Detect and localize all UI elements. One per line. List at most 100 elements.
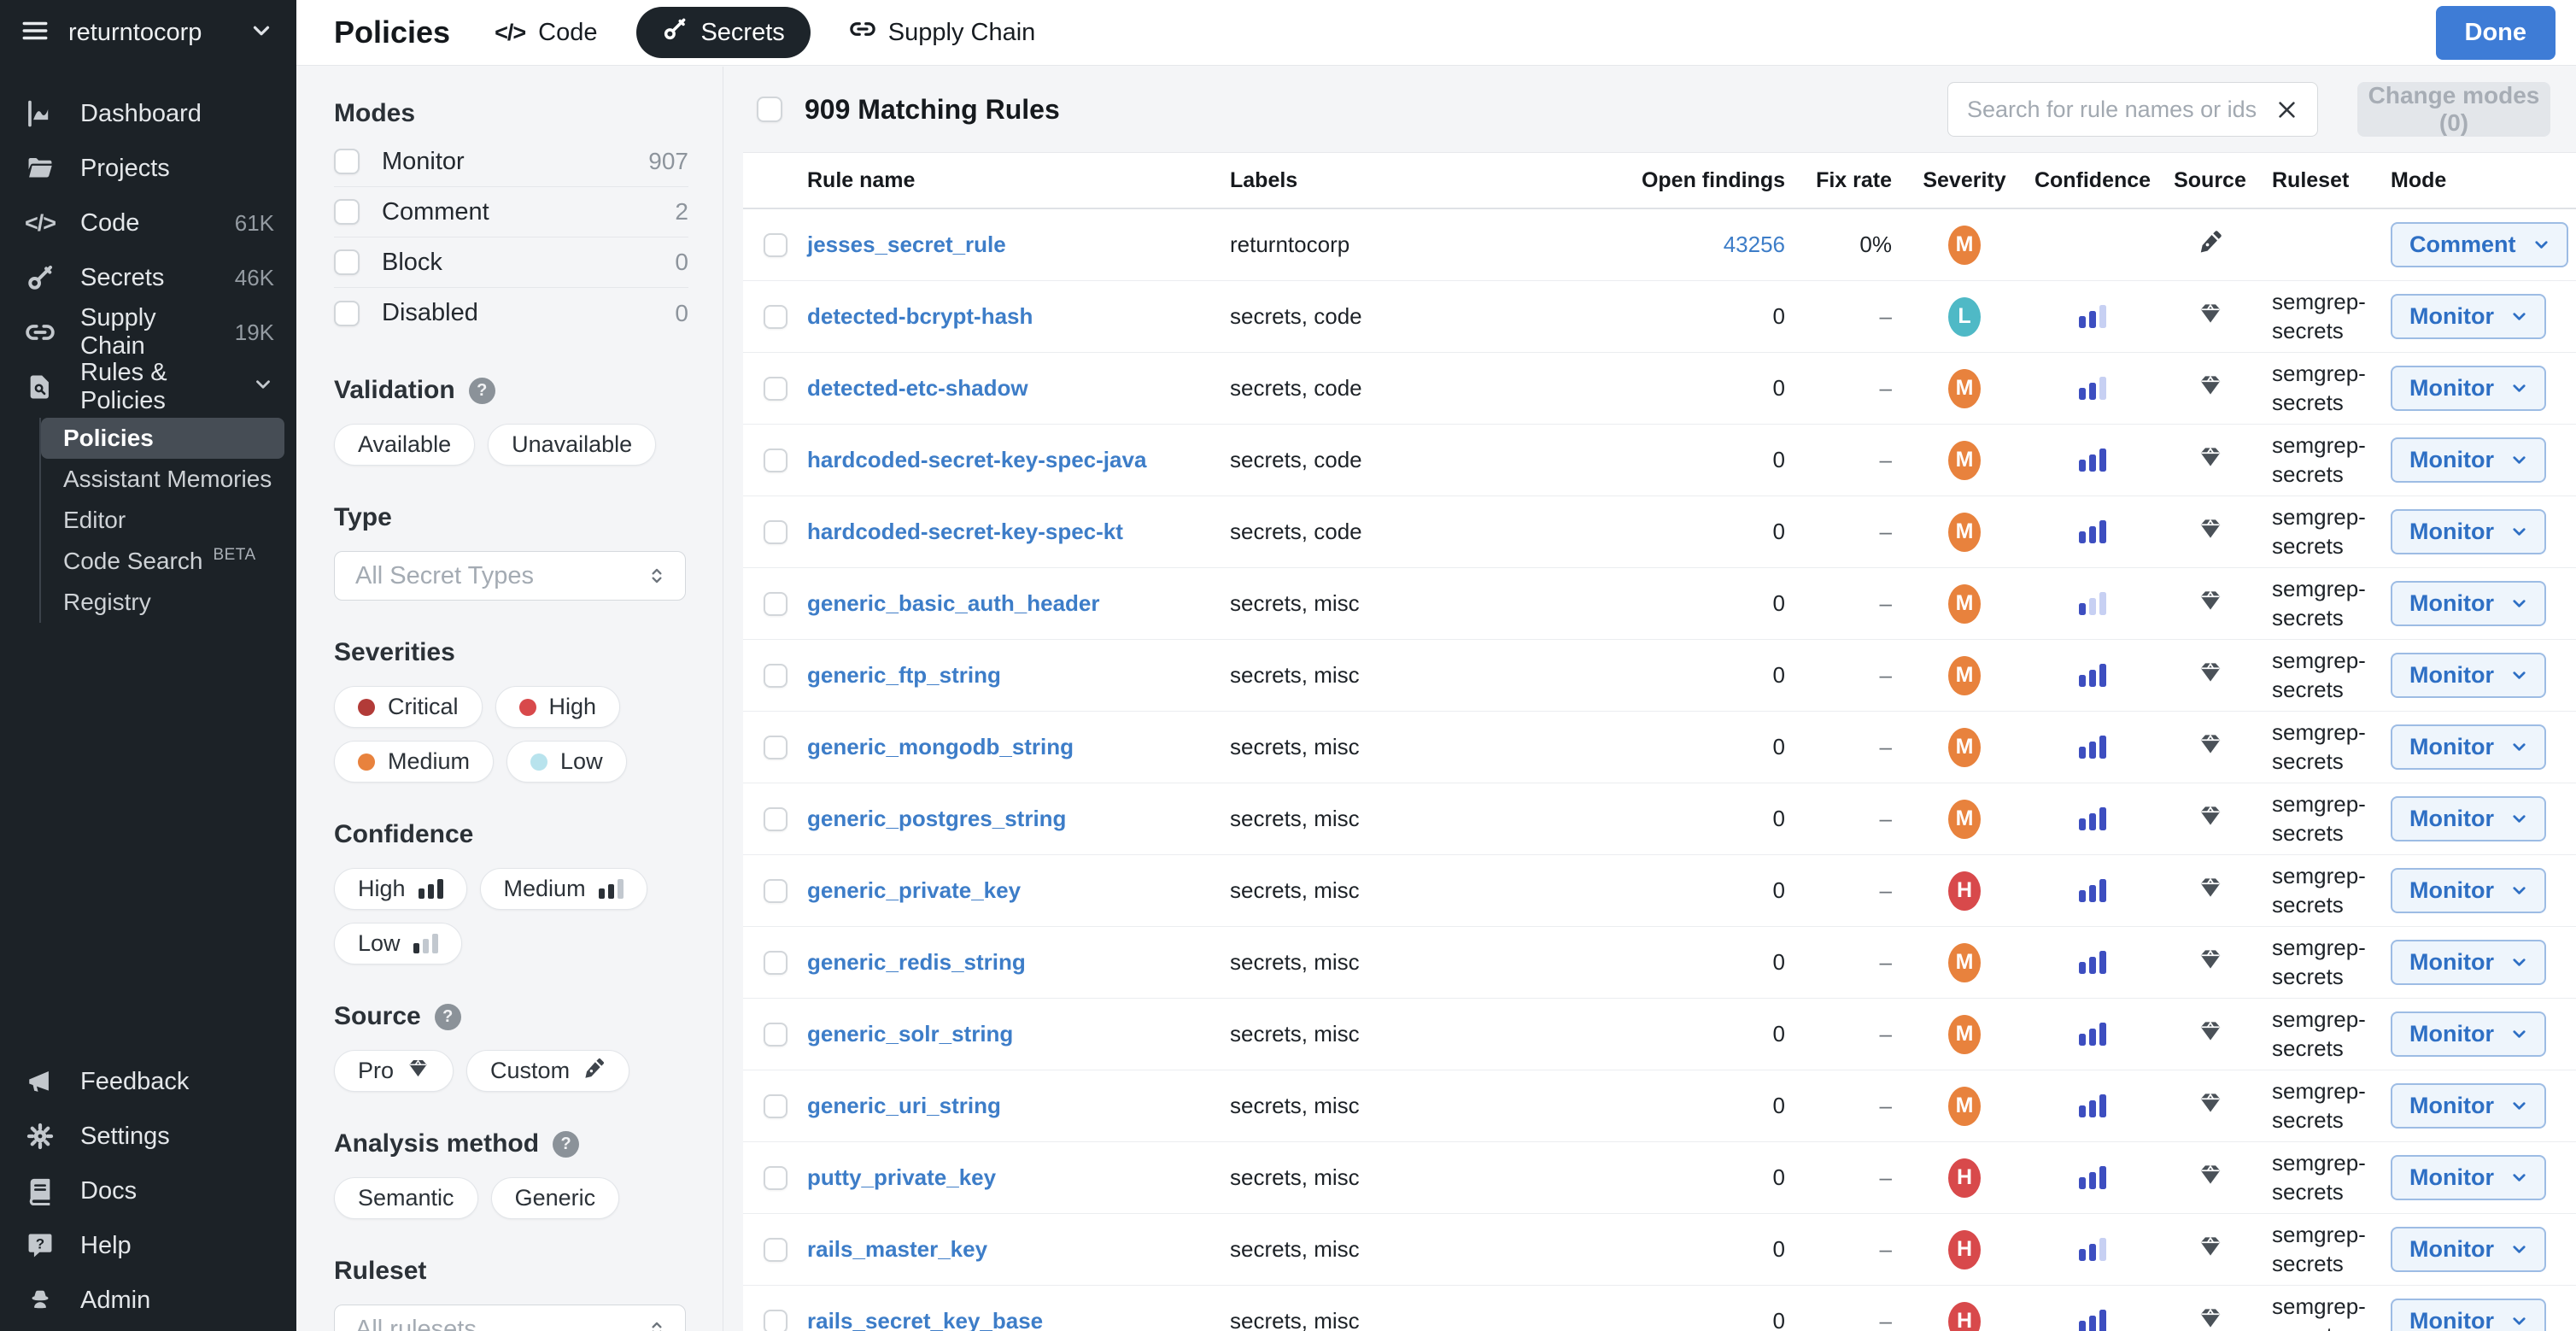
row-checkbox[interactable]: [764, 377, 787, 401]
rule-name-link[interactable]: hardcoded-secret-key-spec-java: [807, 447, 1146, 472]
ruleset-select[interactable]: All rulesets: [334, 1305, 686, 1331]
rule-name-link[interactable]: detected-etc-shadow: [807, 375, 1028, 401]
row-checkbox[interactable]: [764, 233, 787, 257]
filter-confidence-low[interactable]: Low: [334, 923, 462, 965]
tab-code[interactable]: </> Code: [495, 19, 597, 47]
row-checkbox[interactable]: [764, 1238, 787, 1262]
change-modes-button[interactable]: Change modes (0): [2357, 82, 2550, 137]
filter-confidence-high[interactable]: High: [334, 868, 467, 910]
open-findings-value[interactable]: 43256: [1724, 232, 1785, 257]
sidebar-item-projects[interactable]: Projects: [0, 141, 296, 196]
mode-filter-comment[interactable]: Comment 2: [334, 187, 688, 237]
mode-dropdown[interactable]: Monitor: [2391, 868, 2546, 913]
clear-search-button[interactable]: [2272, 95, 2302, 125]
help-icon[interactable]: ?: [553, 1131, 579, 1158]
sidebar-item-help[interactable]: ? Help: [0, 1218, 296, 1273]
mode-dropdown[interactable]: Monitor: [2391, 1155, 2546, 1200]
mode-filter-monitor[interactable]: Monitor 907: [334, 137, 688, 187]
mode-dropdown[interactable]: Monitor: [2391, 940, 2546, 985]
mode-dropdown[interactable]: Comment: [2391, 222, 2568, 267]
mode-dropdown[interactable]: Monitor: [2391, 1299, 2546, 1331]
rule-name-link[interactable]: generic_postgres_string: [807, 806, 1066, 831]
row-checkbox[interactable]: [764, 879, 787, 903]
tab-supply-chain[interactable]: Supply Chain: [850, 16, 1036, 49]
row-checkbox[interactable]: [764, 592, 787, 616]
filter-severity-high[interactable]: High: [495, 686, 621, 728]
row-checkbox[interactable]: [764, 1310, 787, 1331]
row-checkbox[interactable]: [764, 1166, 787, 1190]
rule-name-link[interactable]: generic_private_key: [807, 877, 1021, 903]
row-checkbox[interactable]: [764, 664, 787, 688]
done-button[interactable]: Done: [2436, 6, 2556, 60]
tab-secrets[interactable]: Secrets: [636, 7, 810, 58]
rule-name-link[interactable]: generic_solr_string: [807, 1021, 1013, 1047]
row-checkbox[interactable]: [764, 951, 787, 975]
sidebar-item-settings[interactable]: Settings: [0, 1109, 296, 1164]
sidebar-item-rules-policies[interactable]: Rules & Policies: [0, 360, 296, 414]
monitor-checkbox[interactable]: [334, 149, 360, 174]
filter-severity-medium[interactable]: Medium: [334, 741, 494, 783]
sidebar-item-registry[interactable]: Registry: [41, 582, 284, 623]
rule-name-link[interactable]: generic_redis_string: [807, 949, 1026, 975]
sidebar-item-docs[interactable]: Docs: [0, 1164, 296, 1218]
mode-dropdown[interactable]: Monitor: [2391, 1011, 2546, 1057]
filter-confidence-medium[interactable]: Medium: [480, 868, 647, 910]
row-checkbox[interactable]: [764, 305, 787, 329]
sidebar-item-dashboard[interactable]: Dashboard: [0, 86, 296, 141]
rule-name-link[interactable]: generic_ftp_string: [807, 662, 1001, 688]
filter-source-pro[interactable]: Pro: [334, 1050, 454, 1092]
sidebar-item-admin[interactable]: Admin: [0, 1273, 296, 1328]
filter-severity-critical[interactable]: Critical: [334, 686, 483, 728]
filter-analysis-generic[interactable]: Generic: [491, 1177, 620, 1219]
row-checkbox[interactable]: [764, 520, 787, 544]
row-checkbox[interactable]: [764, 736, 787, 759]
sidebar-item-code[interactable]: </> Code 61K: [0, 196, 296, 250]
comment-checkbox[interactable]: [334, 199, 360, 225]
mode-dropdown[interactable]: Monitor: [2391, 724, 2546, 770]
mode-dropdown[interactable]: Monitor: [2391, 366, 2546, 411]
sidebar-item-assistant-memories[interactable]: Assistant Memories: [41, 459, 284, 500]
mode-filter-block[interactable]: Block 0: [334, 237, 688, 288]
mode-dropdown[interactable]: Monitor: [2391, 796, 2546, 841]
filter-severity-low[interactable]: Low: [506, 741, 627, 783]
sidebar-item-supply-chain[interactable]: Supply Chain 19K: [0, 305, 296, 360]
mode-dropdown[interactable]: Monitor: [2391, 1227, 2546, 1272]
mode-dropdown[interactable]: Monitor: [2391, 653, 2546, 698]
org-switcher[interactable]: returntocorp: [0, 0, 296, 66]
secret-type-select[interactable]: All Secret Types: [334, 551, 686, 601]
search-input[interactable]: [1967, 97, 2262, 123]
hamburger-menu-icon[interactable]: [20, 16, 50, 50]
rule-name-link[interactable]: hardcoded-secret-key-spec-kt: [807, 519, 1123, 544]
help-icon[interactable]: ?: [469, 378, 495, 404]
mode-dropdown[interactable]: Monitor: [2391, 1083, 2546, 1129]
rule-name-link[interactable]: detected-bcrypt-hash: [807, 303, 1033, 329]
rule-name-link[interactable]: rails_master_key: [807, 1236, 987, 1262]
mode-filter-disabled[interactable]: Disabled 0: [334, 288, 688, 338]
rule-name-link[interactable]: jesses_secret_rule: [807, 232, 1006, 257]
row-checkbox[interactable]: [764, 807, 787, 831]
select-all-checkbox[interactable]: [757, 97, 782, 122]
mode-dropdown[interactable]: Monitor: [2391, 437, 2546, 483]
row-checkbox[interactable]: [764, 1023, 787, 1047]
mode-dropdown[interactable]: Monitor: [2391, 581, 2546, 626]
row-checkbox[interactable]: [764, 1094, 787, 1118]
rule-name-link[interactable]: generic_uri_string: [807, 1093, 1001, 1118]
disabled-checkbox[interactable]: [334, 301, 360, 326]
sidebar-item-secrets[interactable]: Secrets 46K: [0, 250, 296, 305]
sidebar-item-editor[interactable]: Editor: [41, 500, 284, 541]
rule-name-link[interactable]: generic_mongodb_string: [807, 734, 1074, 759]
help-icon[interactable]: ?: [435, 1004, 461, 1030]
sidebar-item-feedback[interactable]: Feedback: [0, 1054, 296, 1109]
filter-validation-available[interactable]: Available: [334, 424, 475, 466]
mode-dropdown[interactable]: Monitor: [2391, 294, 2546, 339]
block-checkbox[interactable]: [334, 249, 360, 275]
rule-name-link[interactable]: generic_basic_auth_header: [807, 590, 1100, 616]
mode-dropdown[interactable]: Monitor: [2391, 509, 2546, 554]
filter-analysis-semantic[interactable]: Semantic: [334, 1177, 478, 1219]
row-checkbox[interactable]: [764, 449, 787, 472]
sidebar-item-policies[interactable]: Policies: [41, 418, 284, 459]
filter-source-custom[interactable]: Custom: [466, 1050, 629, 1092]
rule-name-link[interactable]: rails_secret_key_base: [807, 1308, 1043, 1331]
sidebar-item-code-search[interactable]: Code SearchBETA: [41, 541, 284, 582]
rule-name-link[interactable]: putty_private_key: [807, 1164, 996, 1190]
